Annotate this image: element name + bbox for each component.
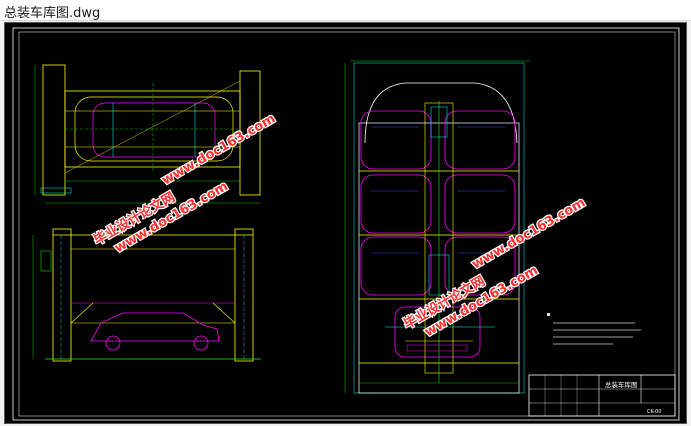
front-view bbox=[344, 60, 530, 394]
title-block: 总装车库图 CK-00 bbox=[528, 374, 676, 417]
drawing-name: 总装车库图 bbox=[605, 380, 638, 389]
cad-drawing: 总装车库图 CK-00 毕业设计论文网 www.doc163.com www.d… bbox=[12, 27, 680, 421]
drawing-canvas[interactable]: 总装车库图 CK-00 毕业设计论文网 www.doc163.com www.d… bbox=[4, 22, 687, 424]
title-bar: 总装车库图.dwg bbox=[0, 0, 691, 21]
plan-view bbox=[34, 64, 261, 204]
drawing-code: CK-00 bbox=[647, 409, 661, 415]
window-title: 总装车库图.dwg bbox=[4, 6, 101, 21]
watermark-4: www.doc163.com bbox=[468, 194, 589, 274]
watermark-4-line1: www.doc163.com bbox=[470, 195, 589, 272]
technical-notes bbox=[547, 313, 641, 345]
side-elevation bbox=[32, 228, 261, 362]
